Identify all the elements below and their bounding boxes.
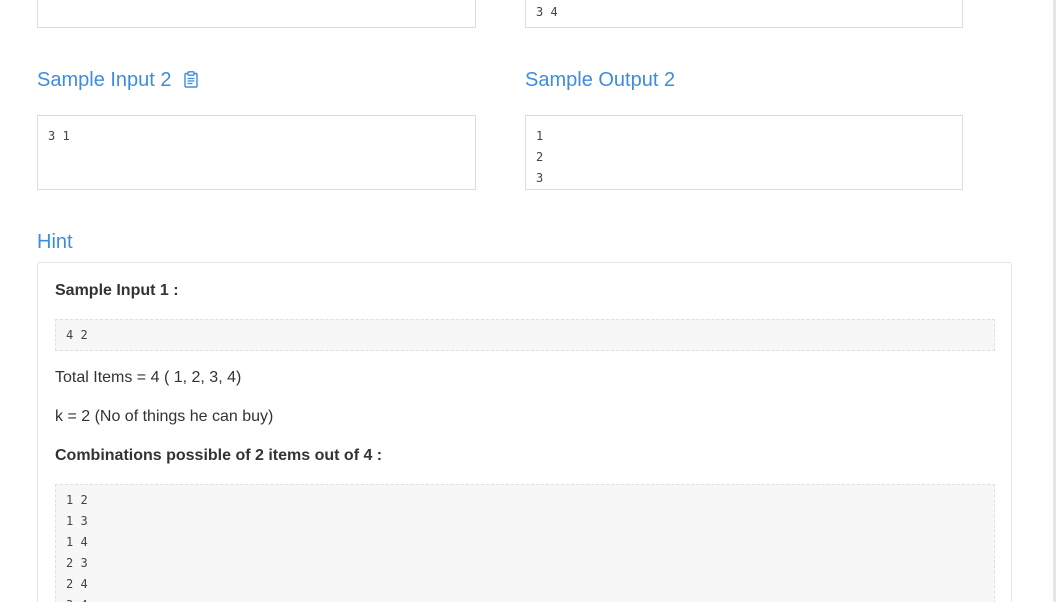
sample-output-2-line: 1	[536, 129, 544, 143]
code-line: 4 2	[66, 328, 88, 342]
sample-input-1-box	[37, 0, 476, 28]
hint-combinations-code: 1 2 1 3 1 4 2 3 2 4 3 4	[55, 484, 995, 602]
hint-combinations-label: Combinations possible of 2 items out of …	[55, 447, 383, 464]
clipboard-icon[interactable]	[183, 70, 198, 94]
hint-heading: Hint	[37, 231, 73, 253]
hint-sample-input-label: Sample Input 1 :	[55, 282, 179, 299]
problem-page: 3 4 Sample Input 2 Sample Output 2 3 1 1…	[0, 0, 1056, 602]
sample-output-1-line: 3 4	[536, 5, 558, 19]
code-line: 2 3	[66, 556, 88, 570]
code-line: 1 4	[66, 535, 88, 549]
sample-output-2-line: 3	[536, 171, 544, 185]
sample-output-2-heading: Sample Output 2	[525, 69, 676, 91]
hint-sample-input-code: 4 2	[55, 319, 995, 351]
sample-input-2-title: Sample Input 2	[37, 69, 172, 91]
code-line: 3 4	[66, 595, 984, 602]
sample-input-2-heading: Sample Input 2	[37, 68, 198, 94]
code-line: 2 4	[66, 577, 88, 591]
sample-input-2-box: 3 1	[37, 115, 476, 190]
hint-k-text: k = 2 (No of things he can buy)	[55, 408, 274, 425]
hint-panel: Sample Input 1 : 4 2 Total Items = 4 ( 1…	[37, 262, 1012, 602]
sample-input-2-line: 3 1	[48, 129, 70, 143]
sample-output-2-line: 2	[536, 150, 544, 164]
code-line: 1 2	[66, 493, 88, 507]
sample-output-1-box: 3 4	[525, 0, 963, 28]
sample-output-2-box: 1 2 3	[525, 115, 963, 190]
hint-total-items-text: Total Items = 4 ( 1, 2, 3, 4)	[55, 369, 242, 386]
code-line: 1 3	[66, 514, 88, 528]
